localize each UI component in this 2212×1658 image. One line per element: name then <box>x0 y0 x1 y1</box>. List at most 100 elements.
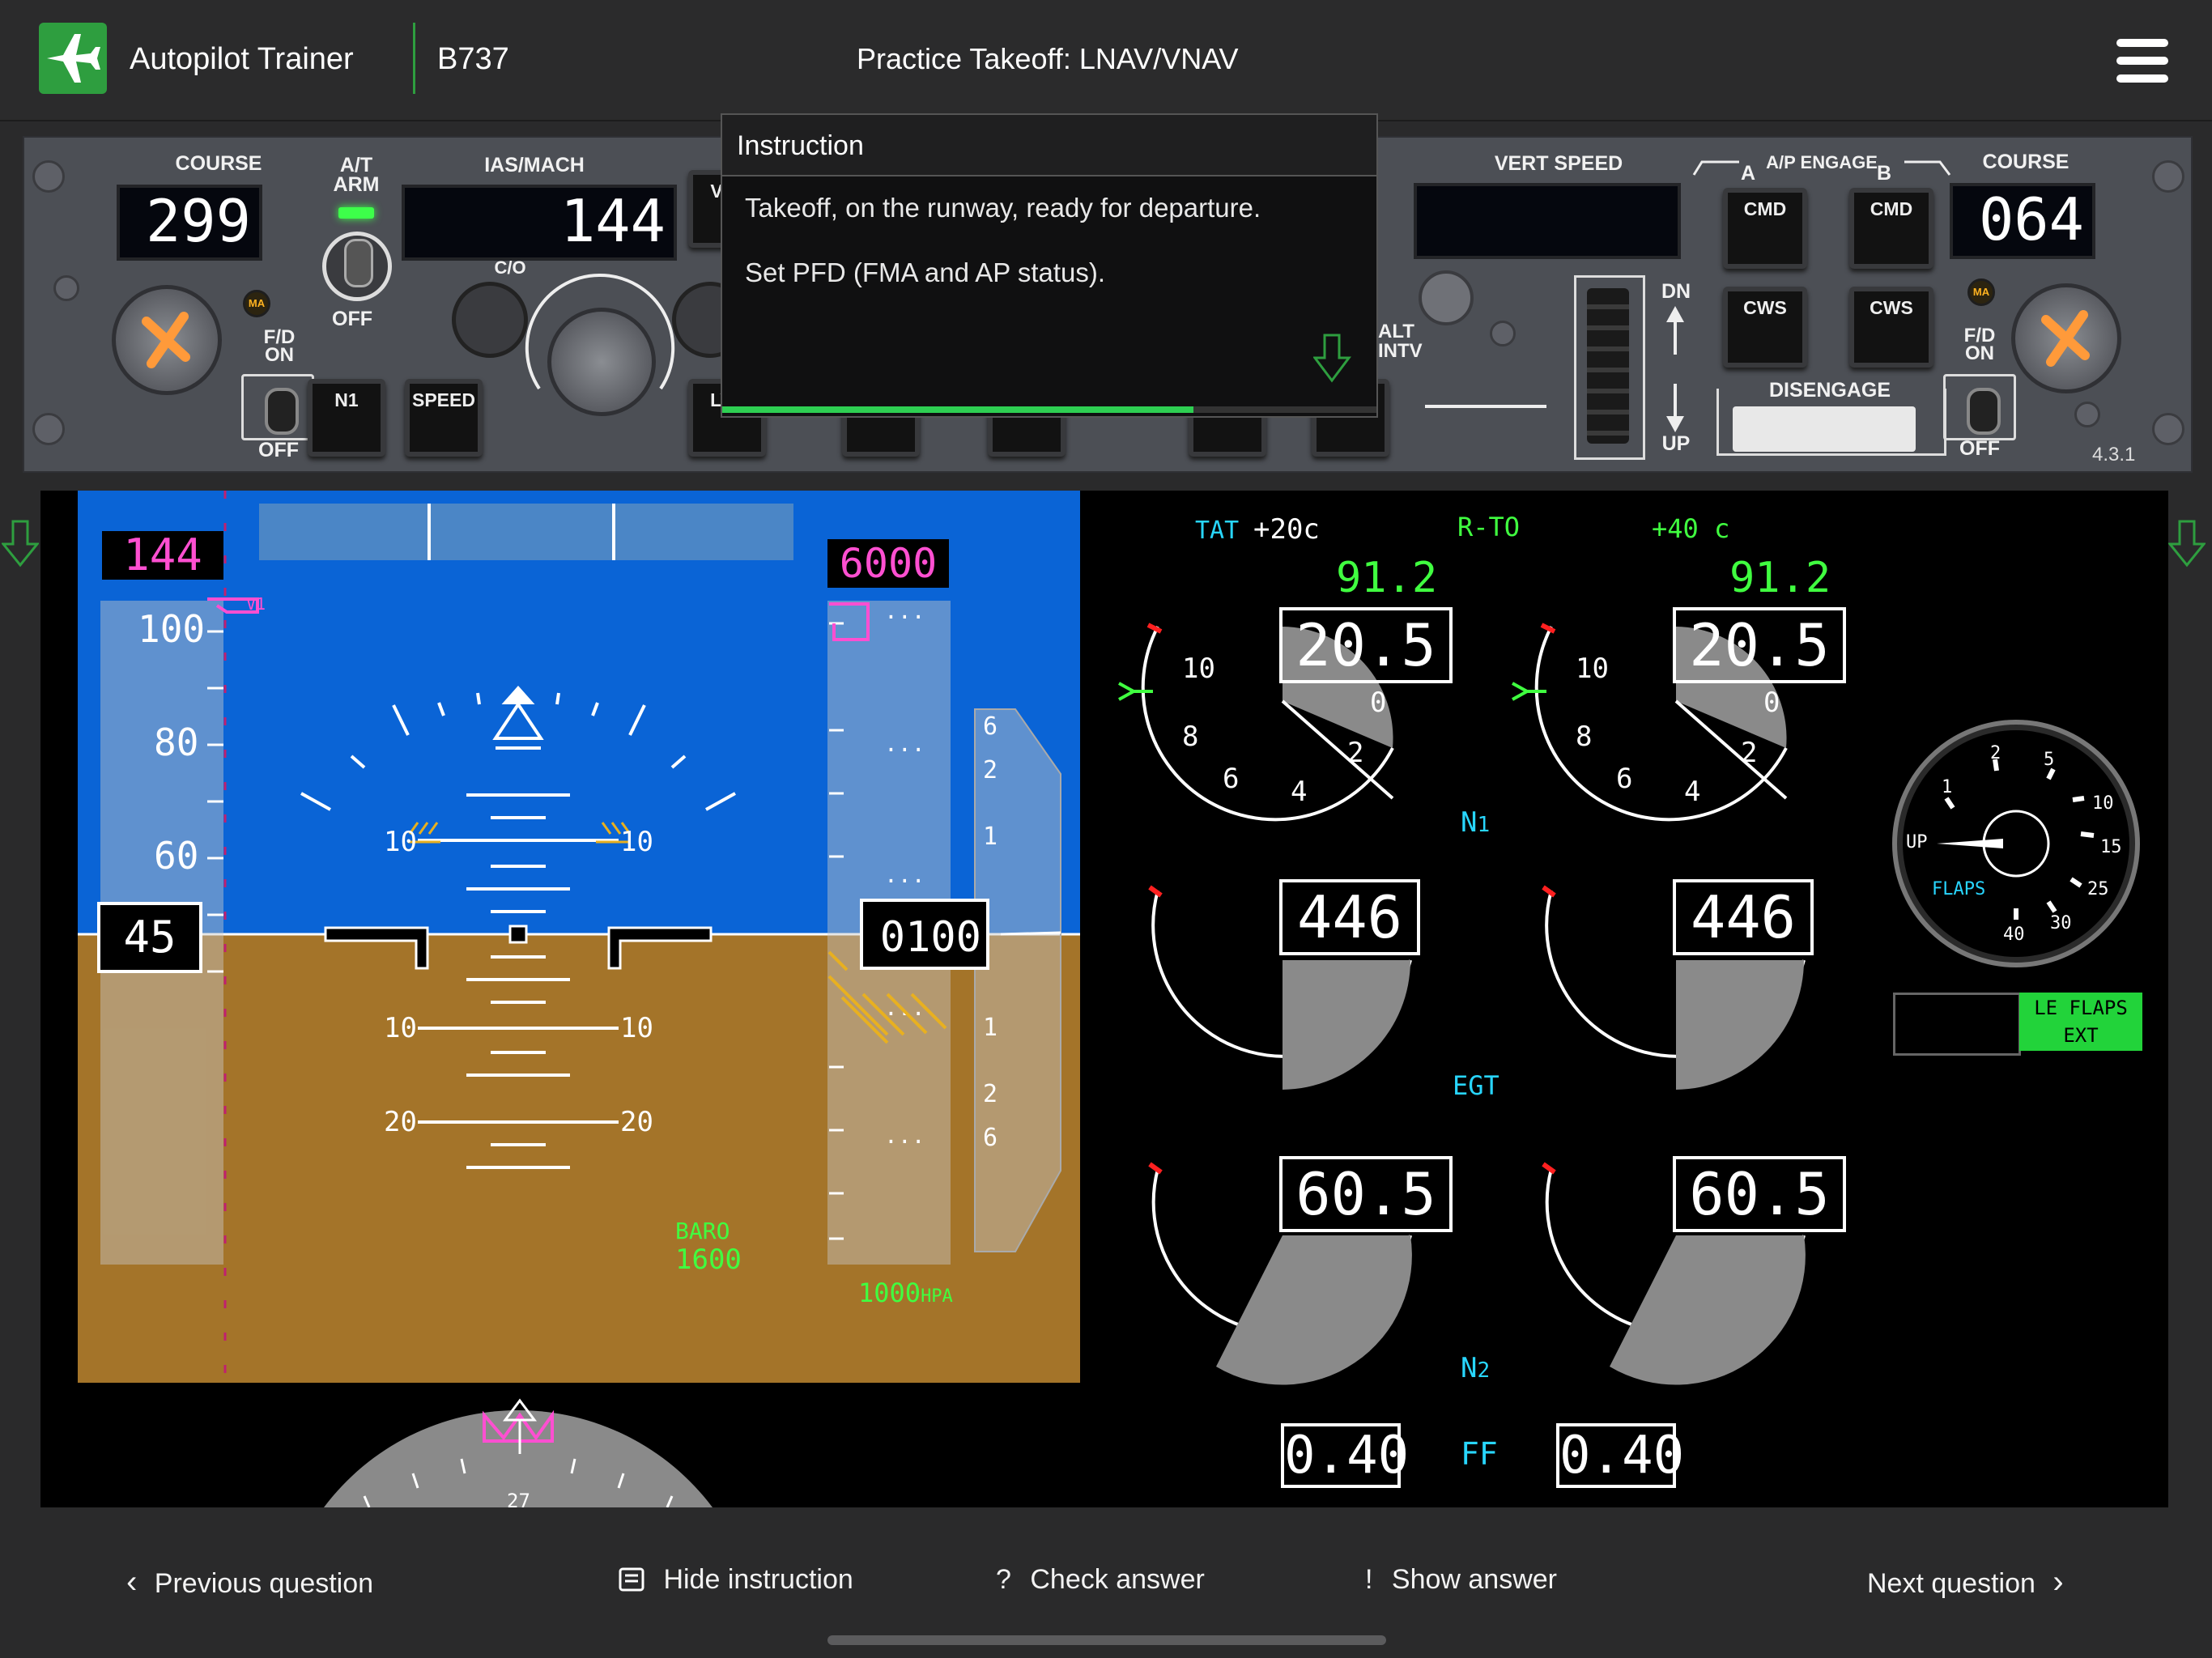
previous-question-button[interactable]: ‹ Previous question <box>126 1564 373 1601</box>
hide-instruction-button[interactable]: Hide instruction <box>619 1564 853 1596</box>
disengage-bar[interactable] <box>1733 406 1916 452</box>
n1-scale-label: 6 <box>1616 763 1633 795</box>
n2-value-right: 60.5 <box>1673 1156 1846 1232</box>
speed-button[interactable]: SPEED <box>405 379 483 457</box>
speed-tick-label: 80 <box>154 721 199 764</box>
flaps-up-label: UP <box>1906 832 1928 852</box>
n1-button[interactable]: N1 <box>308 379 385 457</box>
current-altitude: 0100 <box>860 899 989 970</box>
baro-value: 1600 <box>675 1244 742 1276</box>
instruction-text: Set PFD (FMA and AP status). <box>745 257 1106 287</box>
arrow-down-icon[interactable] <box>1313 334 1352 384</box>
chevron-right-icon: › <box>2052 1564 2064 1600</box>
vsi-label: 1 <box>983 1014 998 1042</box>
qnh-value: 1000HPA <box>858 1278 953 1308</box>
lesson-title: Practice Takeoff: LNAV/VNAV <box>857 42 1239 75</box>
vs-line <box>1425 405 1546 408</box>
next-question-button[interactable]: Next question › <box>1867 1564 2064 1601</box>
vsi-label: 2 <box>983 756 998 784</box>
assumed-temp: +40 c <box>1652 513 1730 544</box>
engine-display: TAT +20c R-TO +40 c 91.2 91.2 20.5 20.5 … <box>1080 491 2168 1507</box>
fd-right-switch[interactable] <box>1943 374 2016 440</box>
selected-speed: 144 <box>102 531 223 580</box>
n1-scale-label: 10 <box>1576 653 1609 685</box>
n1-scale-label: 0 <box>1763 687 1780 719</box>
flap-mark: 25 <box>2087 879 2109 899</box>
svg-text:...: ... <box>884 597 925 624</box>
app-header: Autopilot Trainer B737 Practice Takeoff:… <box>0 0 2212 121</box>
vs-thumbwheel[interactable] <box>1587 288 1629 444</box>
cws-a-button[interactable]: CWS <box>1723 287 1807 368</box>
current-speed: 45 <box>97 902 202 973</box>
ff-value-right: 0.40 <box>1556 1423 1684 1488</box>
home-indicator[interactable] <box>827 1635 1386 1645</box>
app-title: Autopilot Trainer <box>130 42 354 76</box>
instruction-panel: Instruction Takeoff, on the runway, read… <box>721 113 1378 418</box>
n1-label: N1 <box>1461 806 1491 839</box>
tat-value: +20c <box>1253 513 1320 546</box>
speed-tick-label: 100 <box>138 607 206 651</box>
instruction-progress-fill <box>722 406 1193 413</box>
at-arm-label: A/T ARM <box>333 154 380 196</box>
n1-scale-label: 6 <box>1223 763 1240 795</box>
header-divider <box>413 23 415 94</box>
hamburger-menu-icon[interactable] <box>2116 39 2168 83</box>
course-left-display: 299 <box>117 185 262 261</box>
arrow-down-icon[interactable] <box>2168 520 2206 568</box>
alt-intv-button[interactable] <box>1419 270 1474 325</box>
vsi-label: 6 <box>983 712 998 741</box>
vsi-label: 2 <box>983 1080 998 1108</box>
master-annunciator-left: MA <box>243 290 270 317</box>
pitch-label: 10 <box>384 1012 417 1044</box>
v1-bug: V1 <box>246 594 266 614</box>
flap-mark: 2 <box>1990 743 2001 763</box>
at-arm-light <box>338 207 374 219</box>
n1-value-left: 20.5 <box>1279 607 1453 683</box>
n1-scale-label: 4 <box>1684 776 1701 808</box>
le-flaps-transit-light <box>1893 993 2021 1056</box>
course-left-label: COURSE <box>175 152 262 175</box>
up-label: UP <box>1661 432 1691 455</box>
screw-icon <box>53 275 79 301</box>
ap-a-label: A <box>1740 162 1756 185</box>
screw-icon <box>2074 402 2100 427</box>
fd-right-label: F/D ON <box>1963 325 1996 364</box>
ff-label: FF <box>1461 1436 1498 1472</box>
fd-left-switch[interactable] <box>241 374 314 440</box>
heading-label: 27 <box>507 1490 530 1512</box>
n2-value-left: 60.5 <box>1279 1156 1453 1232</box>
master-annunciator-right: MA <box>1967 278 1995 306</box>
vsi-label: 1 <box>983 823 998 851</box>
flap-mark: 5 <box>2044 750 2055 770</box>
arrow-down-icon[interactable] <box>2 520 39 568</box>
le-flaps-ext-light: LE FLAPS EXT <box>2019 993 2142 1051</box>
flap-mark: 40 <box>2003 925 2025 945</box>
instruction-progress-track <box>722 406 1376 413</box>
svg-text:...: ... <box>884 1122 925 1149</box>
version-label: 4.3.1 <box>2092 444 2136 466</box>
n1-value-right: 20.5 <box>1673 607 1846 683</box>
vert-speed-display <box>1414 183 1681 259</box>
n1-scale-label: 0 <box>1370 687 1387 719</box>
ias-mach-display: 144 <box>402 185 677 261</box>
ff-value-left: 0.40 <box>1281 1423 1409 1488</box>
n1-scale-label: 4 <box>1291 776 1308 808</box>
alt-intv-label: ALT INTV <box>1378 321 1423 362</box>
cws-b-button[interactable]: CWS <box>1849 287 1933 368</box>
svg-text:...: ... <box>884 861 925 888</box>
fd-right-off-label: OFF <box>1959 437 2000 460</box>
cmd-a-button[interactable]: CMD <box>1723 188 1807 269</box>
instruction-title: Instruction <box>722 115 1376 176</box>
course-right-label: COURSE <box>1982 151 2069 173</box>
baro-label: BARO <box>675 1218 730 1244</box>
vs-arrows <box>1666 306 1684 432</box>
at-arm-switch[interactable] <box>322 232 392 301</box>
check-answer-button[interactable]: ? Check answer <box>996 1564 1205 1596</box>
cmd-b-button[interactable]: CMD <box>1849 188 1933 269</box>
show-answer-button[interactable]: ! Show answer <box>1365 1564 1557 1596</box>
screw-icon <box>1490 321 1516 346</box>
ap-b-label: B <box>1876 162 1892 185</box>
pitch-label: 10 <box>620 1012 653 1044</box>
course-right-knob[interactable] <box>2011 283 2121 393</box>
course-left-knob[interactable] <box>112 285 222 395</box>
